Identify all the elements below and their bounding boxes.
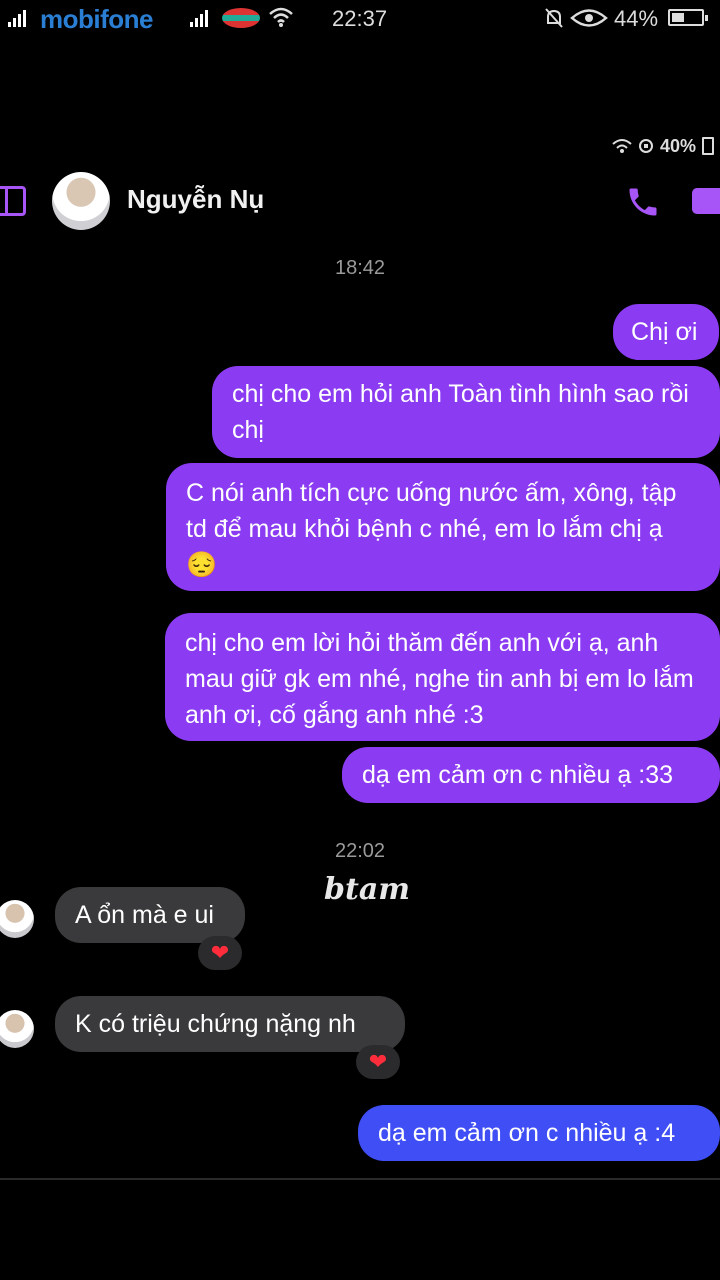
received-message[interactable]: K có triệu chứng nặng nh: [55, 996, 405, 1052]
wifi-icon-small: [612, 139, 632, 153]
wifi-icon: [269, 7, 293, 27]
battery-icon-small: [702, 137, 714, 155]
battery-icon: [668, 9, 708, 26]
inner-status-bar: 40%: [612, 134, 714, 158]
back-icon[interactable]: [0, 186, 26, 216]
video-call-icon[interactable]: [692, 188, 720, 214]
orientation-lock-icon: [638, 139, 653, 153]
sent-message[interactable]: C nói anh tích cực uống nước ấm, xông, t…: [166, 463, 720, 591]
watermark: btam: [324, 872, 411, 907]
signal-icon: [8, 10, 26, 27]
clock: 22:37: [332, 6, 388, 31]
bell-mute-icon: [545, 8, 563, 28]
contact-avatar[interactable]: [52, 172, 110, 230]
timestamp: 18:42: [334, 257, 386, 279]
divider: [0, 1178, 720, 1180]
carrier-name: mobifone: [40, 4, 154, 34]
phone-status-bar: mobifone 22:37 44%: [0, 0, 720, 36]
sent-message[interactable]: Chị ơi: [613, 304, 719, 360]
battery-percent: 44%: [614, 6, 659, 31]
heart-icon: ❤: [210, 940, 230, 965]
sent-message[interactable]: chị cho em lời hỏi thăm đến anh với ạ, a…: [165, 613, 720, 741]
chat-header: Nguyễn Nụ: [0, 164, 720, 244]
reaction-badge[interactable]: ❤: [198, 936, 242, 970]
eye-icon: [570, 9, 608, 27]
sent-message[interactable]: dạ em cảm ơn c nhiều ạ :4: [358, 1105, 720, 1161]
carrier-logo-icon: [222, 8, 260, 28]
timestamp: 22:02: [334, 840, 386, 862]
contact-name[interactable]: Nguyễn Nụ: [127, 184, 264, 215]
inner-battery-percent: 40%: [659, 135, 696, 156]
signal-icon-2: [190, 10, 208, 27]
sent-message[interactable]: chị cho em hỏi anh Toàn tình hình sao rồ…: [212, 366, 720, 458]
reaction-badge[interactable]: ❤: [356, 1045, 400, 1079]
heart-icon: ❤: [368, 1049, 388, 1074]
phone-call-icon[interactable]: [625, 184, 661, 220]
received-message[interactable]: A ổn mà e ui: [55, 887, 245, 943]
sent-message[interactable]: dạ em cảm ơn c nhiều ạ :33: [342, 747, 720, 803]
